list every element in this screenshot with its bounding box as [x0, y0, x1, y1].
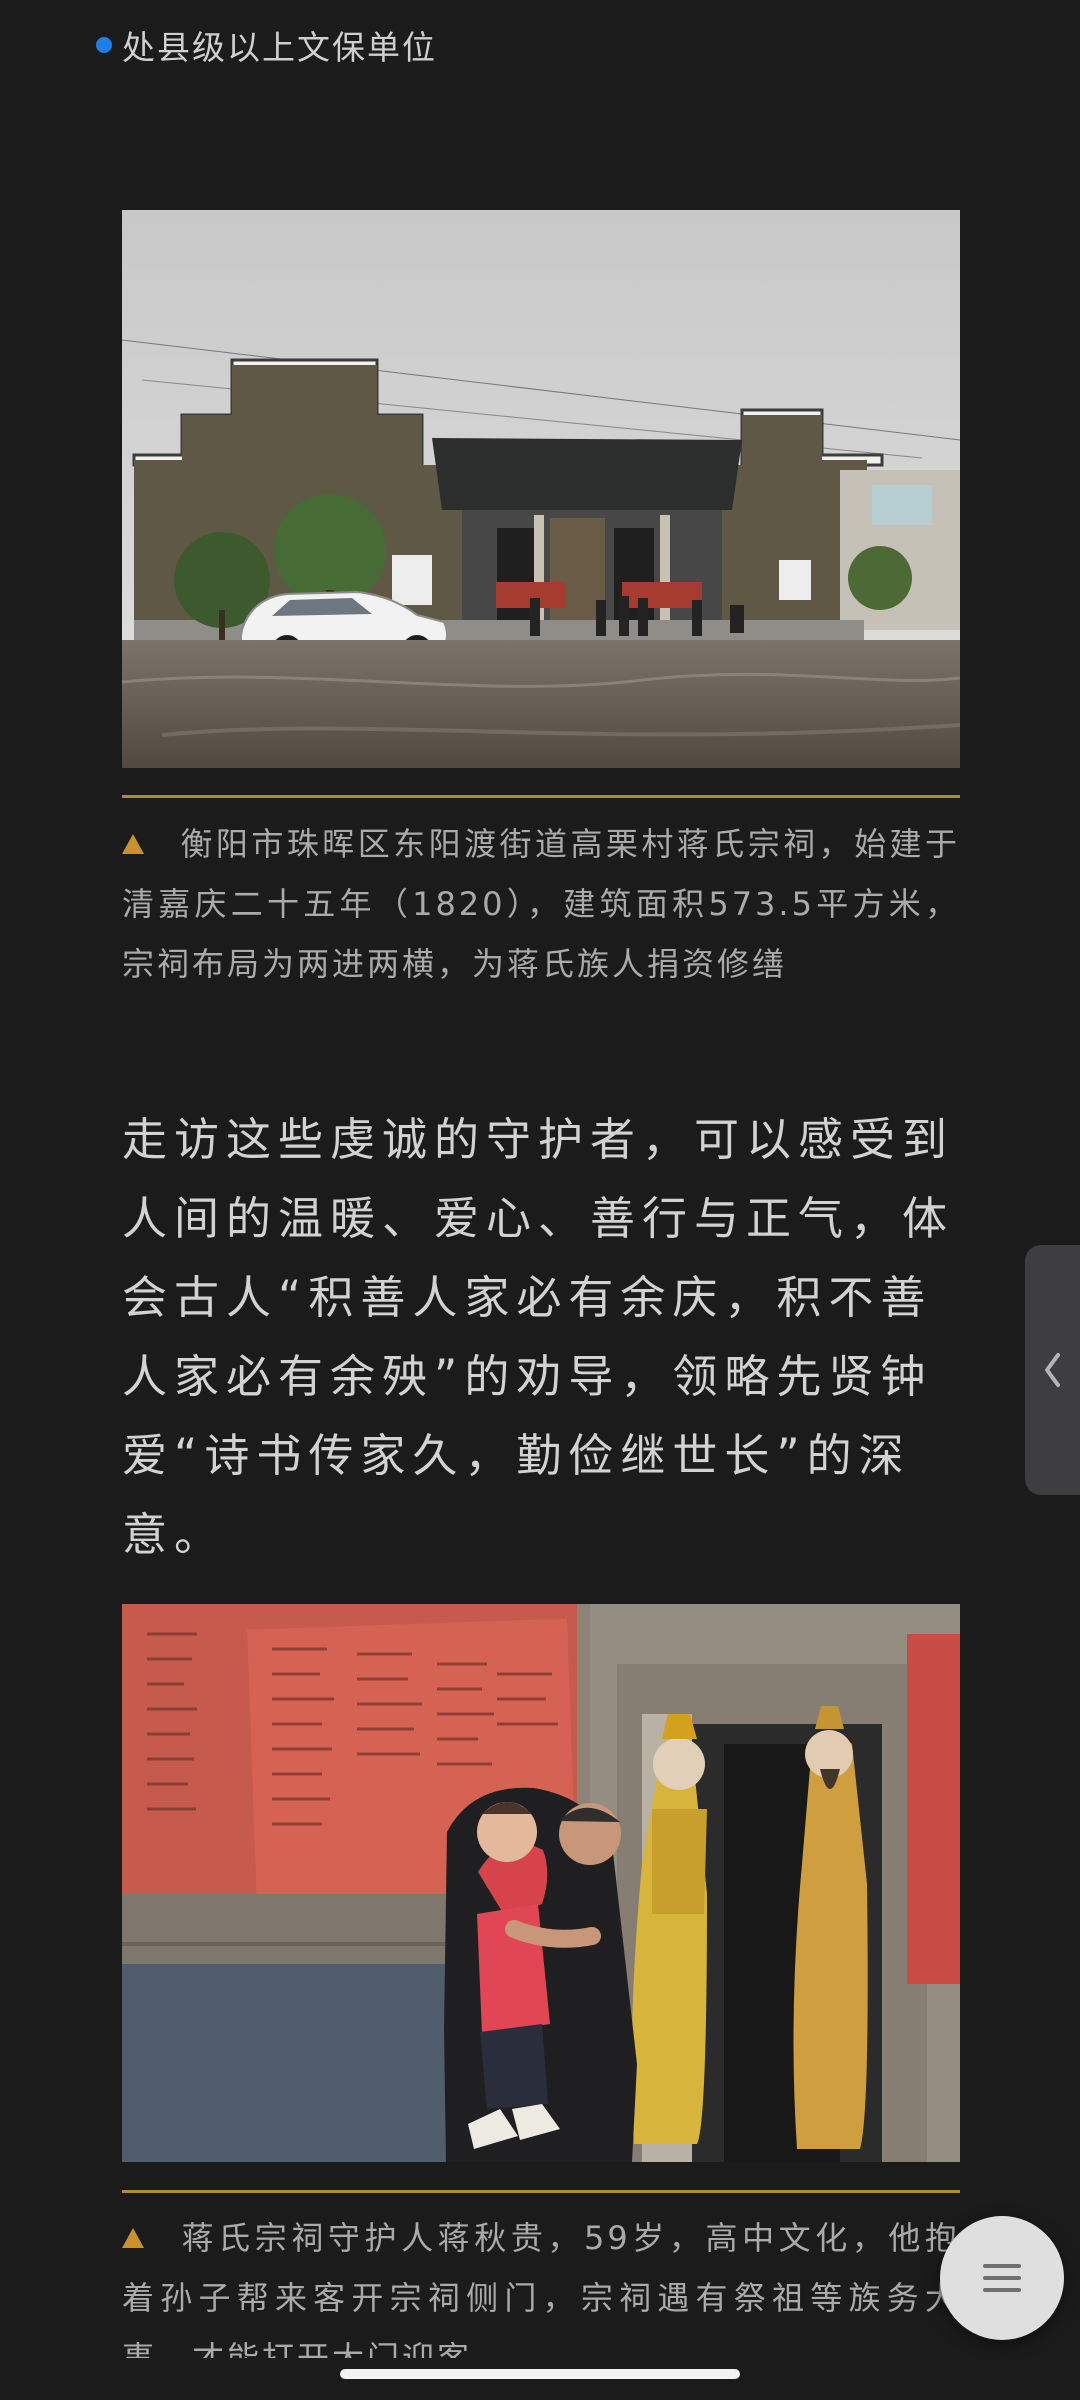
guardian-image: [122, 1604, 960, 2162]
menu-icon: [983, 2264, 1021, 2292]
previous-line-fragment: [120, 0, 960, 4]
bullet-list-item: 处县级以上文保单位: [96, 20, 437, 70]
photo-caption-text: 蒋氏宗祠守护人蒋秋贵，59岁，高中文化，他抱着孙子帮来客开宗祠侧门，宗祠遇有祭祖…: [122, 2219, 960, 2358]
caption-divider: [122, 795, 960, 798]
photo-caption: 蒋氏宗祠守护人蒋秋贵，59岁，高中文化，他抱着孙子帮来客开宗祠侧门，宗祠遇有祭祖…: [122, 2208, 960, 2358]
caption-triangle-icon: [122, 834, 144, 854]
side-drawer-tab[interactable]: [1025, 1245, 1080, 1495]
caption-triangle-icon: [122, 2228, 144, 2248]
bullet-dot-icon: [96, 37, 112, 53]
home-indicator[interactable]: [340, 2369, 740, 2379]
guardian-photo: [122, 1604, 960, 2162]
ancestral-hall-photo: [122, 210, 960, 768]
caption-divider: [122, 2190, 960, 2193]
bullet-item-text: 处县级以上文保单位: [122, 28, 437, 67]
ancestral-hall-image: [122, 210, 960, 768]
photo-caption: 衡阳市珠晖区东阳渡街道高栗村蒋氏宗祠，始建于清嘉庆二十五年（1820），建筑面积…: [122, 814, 960, 994]
article-paragraph: 走访这些虔诚的守护者，可以感受到人间的温暖、爱心、善行与正气，体会古人“积善人家…: [122, 1113, 955, 1561]
floating-menu-button[interactable]: [940, 2216, 1064, 2340]
chevron-left-icon: [1044, 1353, 1060, 1387]
photo-caption-text: 衡阳市珠晖区东阳渡街道高栗村蒋氏宗祠，始建于清嘉庆二十五年（1820），建筑面积…: [122, 825, 960, 983]
